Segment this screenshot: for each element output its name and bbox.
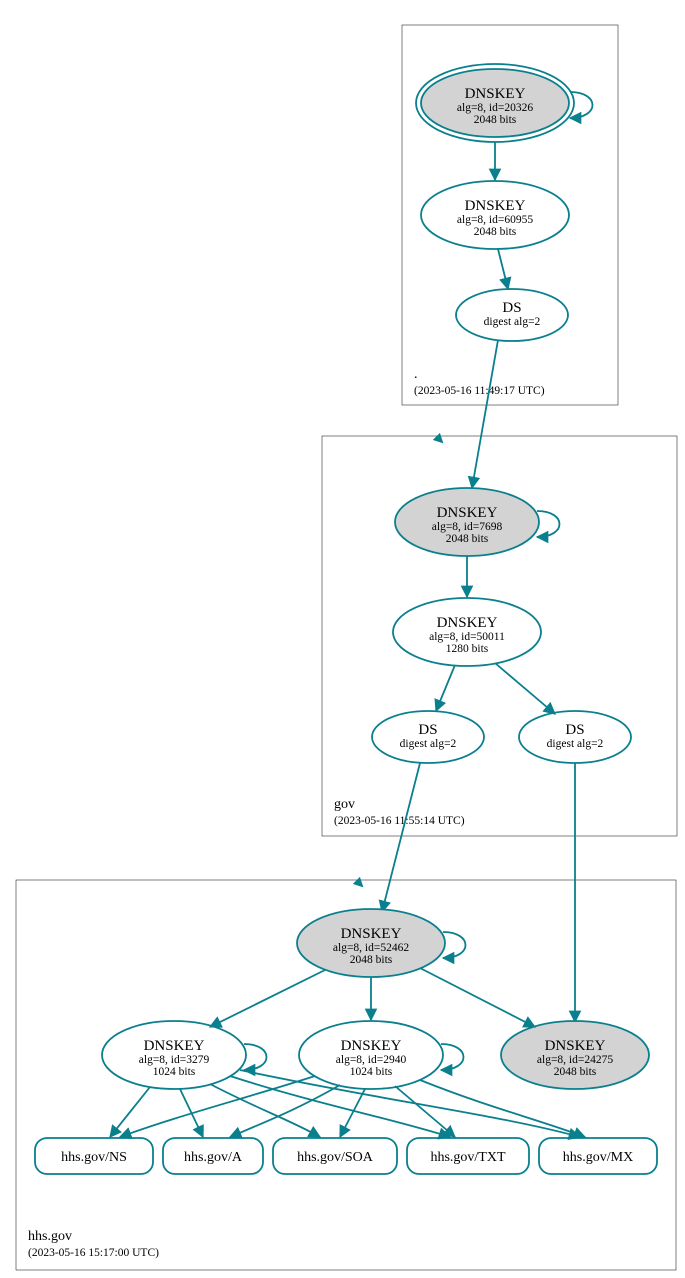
svg-text:alg=8, id=2940: alg=8, id=2940 [336,1054,407,1066]
svg-text:hhs.gov/NS: hhs.gov/NS [61,1150,127,1165]
svg-text:hhs.gov/SOA: hhs.gov/SOA [297,1150,374,1165]
node-gov-ds1: DS digest alg=2 [372,711,484,763]
zone-root-time: (2023-05-16 11:49:17 UTC) [414,385,545,397]
node-gov-ds2: DS digest alg=2 [519,711,631,763]
self-loop-icon [244,1044,267,1070]
self-loop-icon [441,1044,464,1070]
svg-text:alg=8, id=20326: alg=8, id=20326 [457,102,533,114]
svg-text:2048 bits: 2048 bits [446,533,489,545]
svg-text:digest alg=2: digest alg=2 [484,316,541,328]
svg-text:DNSKEY: DNSKEY [437,505,498,521]
svg-text:alg=8, id=3279: alg=8, id=3279 [139,1054,210,1066]
svg-text:alg=8, id=7698: alg=8, id=7698 [432,521,503,533]
svg-text:DS: DS [565,722,584,738]
svg-text:2048 bits: 2048 bits [474,114,517,126]
svg-text:alg=8, id=50011: alg=8, id=50011 [429,631,505,643]
rr-a: hhs.gov/A [163,1138,263,1174]
svg-text:hhs.gov/TXT: hhs.gov/TXT [430,1150,506,1165]
rr-txt: hhs.gov/TXT [407,1138,529,1174]
edge-govzsk-ds1 [436,665,455,711]
svg-text:hhs.gov/MX: hhs.gov/MX [563,1150,633,1165]
svg-text:DNSKEY: DNSKEY [465,198,526,214]
zone-hhs-label: hhs.gov [28,1229,72,1244]
rr-soa: hhs.gov/SOA [273,1138,397,1174]
rr-mx: hhs.gov/MX [539,1138,657,1174]
svg-text:DNSKEY: DNSKEY [465,86,526,102]
zone-gov-label: gov [334,797,355,812]
svg-text:DNSKEY: DNSKEY [144,1038,205,1054]
node-gov-zsk: DNSKEY alg=8, id=50011 1280 bits [393,598,541,666]
delegation-arrow-icon [420,420,442,442]
node-hhs-extra: DNSKEY alg=8, id=24275 2048 bits [501,1021,649,1089]
node-hhs-ksk: DNSKEY alg=8, id=52462 2048 bits [297,909,466,977]
zone-hhs-time: (2023-05-16 15:17:00 UTC) [28,1247,159,1259]
edge-root-zsk-ds [498,249,508,289]
edge-hhsksk-zsk1 [210,970,325,1027]
node-gov-ksk: DNSKEY alg=8, id=7698 2048 bits [395,488,560,556]
node-root-ksk: DNSKEY alg=8, id=20326 2048 bits [416,64,593,142]
self-loop-icon [443,932,466,958]
svg-text:1024 bits: 1024 bits [153,1066,196,1078]
svg-text:2048 bits: 2048 bits [554,1066,597,1078]
self-loop-icon [537,511,560,537]
svg-text:digest alg=2: digest alg=2 [547,738,604,750]
edge-rootds-govksk [472,340,498,488]
svg-text:1024 bits: 1024 bits [350,1066,393,1078]
svg-text:2048 bits: 2048 bits [474,226,517,238]
svg-text:DNSKEY: DNSKEY [545,1038,606,1054]
zone-gov-time: (2023-05-16 11:55:14 UTC) [334,815,465,827]
svg-text:alg=8, id=24275: alg=8, id=24275 [537,1054,613,1066]
svg-text:alg=8, id=60955: alg=8, id=60955 [457,214,533,226]
edge-hhsksk-extra [420,968,535,1027]
svg-text:DNSKEY: DNSKEY [341,926,402,942]
node-root-zsk: DNSKEY alg=8, id=60955 2048 bits [421,181,569,249]
svg-text:digest alg=2: digest alg=2 [400,738,457,750]
rr-ns: hhs.gov/NS [35,1138,153,1174]
edge-govzsk-ds2 [495,663,555,714]
node-hhs-zsk2: DNSKEY alg=8, id=2940 1024 bits [299,1021,464,1089]
svg-text:DS: DS [418,722,437,738]
svg-text:hhs.gov/A: hhs.gov/A [184,1150,243,1165]
svg-text:DNSKEY: DNSKEY [341,1038,402,1054]
svg-text:DNSKEY: DNSKEY [437,615,498,631]
svg-text:alg=8, id=52462: alg=8, id=52462 [333,942,409,954]
zone-root-label: . [414,367,418,382]
svg-text:1280 bits: 1280 bits [446,643,489,655]
node-root-ds: DS digest alg=2 [456,289,568,341]
delegation-arrow-icon [340,864,362,886]
svg-text:DS: DS [502,300,521,316]
edge-govds1-hhsksk [382,763,420,912]
svg-text:2048 bits: 2048 bits [350,954,393,966]
